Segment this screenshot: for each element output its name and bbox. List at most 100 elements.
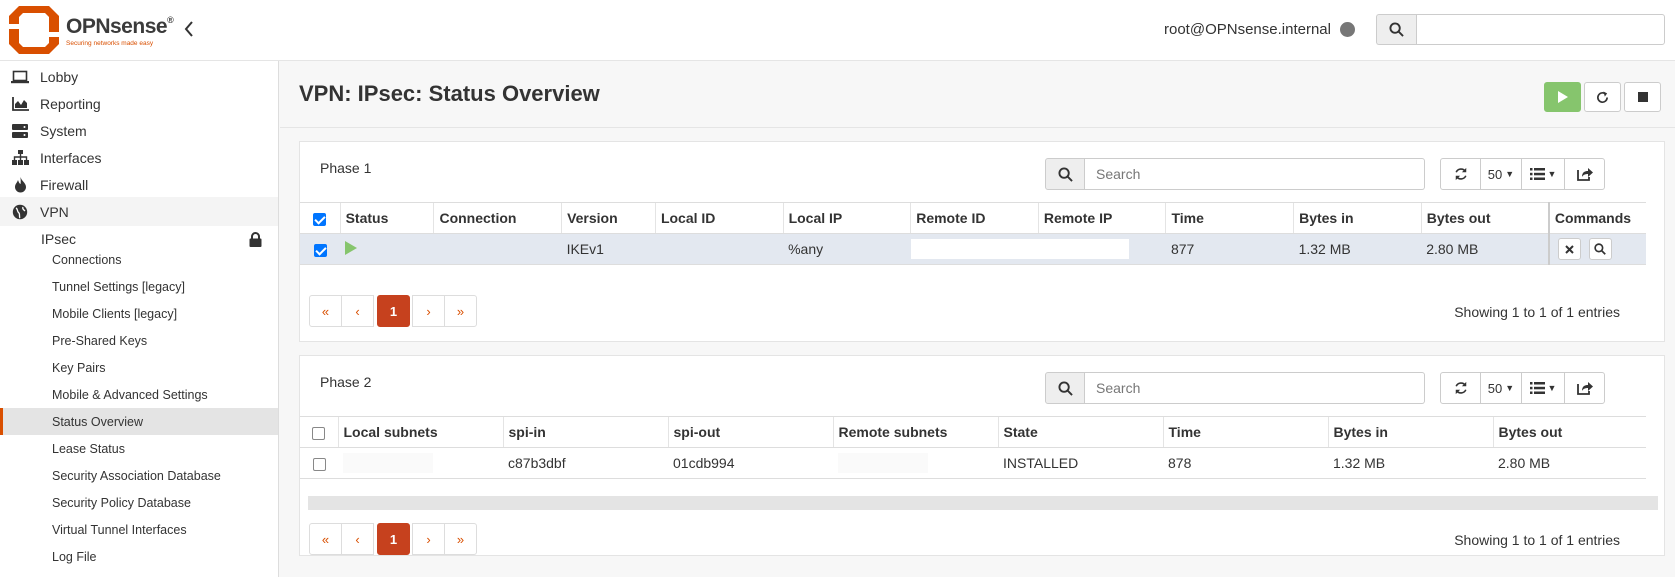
user-menu[interactable]: root@OPNsense.internal <box>1164 21 1331 38</box>
select-all-checkbox-header[interactable] <box>300 416 338 448</box>
phase2-columns-dropdown[interactable]: ▼ <box>1521 372 1565 404</box>
opnsense-logo[interactable] <box>9 6 59 54</box>
header-search-button[interactable] <box>1376 14 1416 45</box>
col-local-id[interactable]: Local ID <box>654 202 784 234</box>
page-title: VPN: IPsec: Status Overview <box>299 81 600 106</box>
sidebar-item-tunnel-settings[interactable]: Tunnel Settings [legacy] <box>0 273 278 300</box>
sidebar-item-reporting[interactable]: Reporting <box>0 89 278 118</box>
list-icon <box>1529 168 1545 180</box>
select-all-checkbox[interactable] <box>313 212 327 226</box>
phase1-title: Phase 1 <box>320 160 372 176</box>
sidebar-item-status-overview[interactable]: Status Overview <box>0 408 278 435</box>
col-status[interactable]: Status <box>339 202 434 234</box>
phase2-search-button[interactable] <box>1045 372 1085 404</box>
sidebar-item-vpn[interactable]: VPN <box>0 197 278 226</box>
col-state[interactable]: State <box>997 416 1163 448</box>
details-button[interactable] <box>1588 238 1612 260</box>
phase2-refresh-button[interactable] <box>1440 372 1481 404</box>
brand-tagline: Securing networks made easy <box>66 40 154 47</box>
col-remote-subnets[interactable]: Remote subnets <box>832 416 998 448</box>
sidebar-item-mobile-clients[interactable]: Mobile Clients [legacy] <box>0 300 278 327</box>
page-1-button[interactable]: 1 <box>377 523 410 555</box>
caret-down-icon: ▼ <box>1547 383 1557 393</box>
sidebar-item-mobile-advanced-settings[interactable]: Mobile & Advanced Settings <box>0 381 278 408</box>
restart-service-button[interactable] <box>1584 82 1621 112</box>
col-bytes-out[interactable]: Bytes out <box>1492 416 1646 448</box>
sidebar-item-security-association-database[interactable]: Security Association Database <box>0 462 278 489</box>
phase1-export-button[interactable] <box>1564 158 1605 190</box>
phase2-showing-info: Showing 1 to 1 of 1 entries <box>1454 532 1620 548</box>
col-bytes-in[interactable]: Bytes in <box>1327 416 1493 448</box>
col-commands: Commands <box>1547 202 1646 234</box>
stop-icon <box>1637 92 1648 102</box>
phase1-refresh-button[interactable] <box>1440 158 1481 190</box>
row-checkbox[interactable] <box>313 243 327 257</box>
col-spi-in[interactable]: spi-in <box>502 416 668 448</box>
first-page-button[interactable]: « <box>309 295 342 327</box>
next-page-button[interactable]: › <box>412 523 445 555</box>
search-icon <box>1594 243 1607 255</box>
row-checkbox[interactable] <box>312 457 326 471</box>
sidebar-item-system[interactable]: System <box>0 116 278 145</box>
phase2-export-button[interactable] <box>1564 372 1605 404</box>
col-bytes-in[interactable]: Bytes in <box>1293 202 1422 234</box>
select-all-checkbox-header[interactable] <box>300 202 341 234</box>
page-1-button[interactable]: 1 <box>377 295 410 327</box>
caret-down-icon: ▼ <box>1505 169 1515 179</box>
collapse-sidebar-icon[interactable] <box>183 20 195 44</box>
last-page-button[interactable]: » <box>444 523 477 555</box>
prev-page-button[interactable]: ‹ <box>341 523 374 555</box>
disconnect-button[interactable] <box>1557 238 1581 260</box>
cell-bytes-in: 1.32 MB <box>1328 447 1493 479</box>
next-page-button[interactable]: › <box>412 295 445 327</box>
table-row[interactable]: IKEv1 %any 877 1.32 MB 2.80 MB <box>300 233 1646 265</box>
sidebar-item-key-pairs[interactable]: Key Pairs <box>0 354 278 381</box>
phase1-panel: Phase 1 Search 50▼ ▼ Status Connection <box>299 141 1665 342</box>
export-icon <box>1576 382 1593 395</box>
sidebar-item-virtual-tunnel-interfaces[interactable]: Virtual Tunnel Interfaces <box>0 516 278 543</box>
start-service-button[interactable] <box>1544 82 1581 112</box>
col-local-subnets[interactable]: Local subnets <box>337 416 503 448</box>
sidebar-item-security-policy-database[interactable]: Security Policy Database <box>0 489 278 516</box>
phase1-pagination: « ‹ 1 › » <box>309 295 477 327</box>
search-icon <box>1057 166 1073 182</box>
phase2-rows-per-page-dropdown[interactable]: 50 ▼ <box>1480 372 1522 404</box>
table-row[interactable]: c87b3dbf 01cdb994 INSTALLED 878 1.32 MB … <box>300 447 1646 479</box>
phase2-search-input[interactable]: Search <box>1085 372 1425 404</box>
col-spi-out[interactable]: spi-out <box>667 416 833 448</box>
phase1-rows-per-page-dropdown[interactable]: 50 ▼ <box>1480 158 1522 190</box>
cell-time: 877 <box>1165 233 1294 265</box>
horizontal-scrollbar[interactable] <box>308 496 1658 510</box>
col-local-ip[interactable]: Local IP <box>782 202 911 234</box>
play-status-icon <box>345 240 358 255</box>
header-search-input[interactable] <box>1416 14 1665 45</box>
col-version[interactable]: Version <box>561 202 656 234</box>
phase2-title: Phase 2 <box>320 374 372 390</box>
col-remote-id[interactable]: Remote ID <box>910 202 1039 234</box>
phase1-search-button[interactable] <box>1045 158 1085 190</box>
cell-connection <box>433 233 562 265</box>
sidebar-item-pre-shared-keys[interactable]: Pre-Shared Keys <box>0 327 278 354</box>
sidebar-item-lobby[interactable]: Lobby <box>0 62 278 91</box>
phase1-search-input[interactable]: Search <box>1085 158 1425 190</box>
sidebar-item-interfaces[interactable]: Interfaces <box>0 143 278 172</box>
phase2-toolbar: 50 ▼ ▼ <box>1440 372 1605 404</box>
sidebar-item-firewall[interactable]: Firewall <box>0 170 278 199</box>
first-page-button[interactable]: « <box>309 523 342 555</box>
last-page-button[interactable]: » <box>444 295 477 327</box>
select-all-checkbox[interactable] <box>312 426 326 440</box>
col-time[interactable]: Time <box>1165 202 1294 234</box>
sidebar: Lobby Reporting System Interfaces Firewa… <box>0 61 279 577</box>
sidebar-item-lease-status[interactable]: Lease Status <box>0 435 278 462</box>
status-indicator[interactable] <box>1340 22 1355 37</box>
phase1-table: Status Connection Version Local ID Local… <box>300 202 1646 265</box>
col-connection[interactable]: Connection <box>433 202 562 234</box>
col-bytes-out[interactable]: Bytes out <box>1420 202 1549 234</box>
col-remote-ip[interactable]: Remote IP <box>1037 202 1166 234</box>
phase1-columns-dropdown[interactable]: ▼ <box>1521 158 1565 190</box>
sidebar-item-connections[interactable]: Connections <box>0 246 278 273</box>
stop-service-button[interactable] <box>1624 82 1661 112</box>
col-time[interactable]: Time <box>1162 416 1328 448</box>
prev-page-button[interactable]: ‹ <box>341 295 374 327</box>
sidebar-item-log-file[interactable]: Log File <box>0 543 278 570</box>
